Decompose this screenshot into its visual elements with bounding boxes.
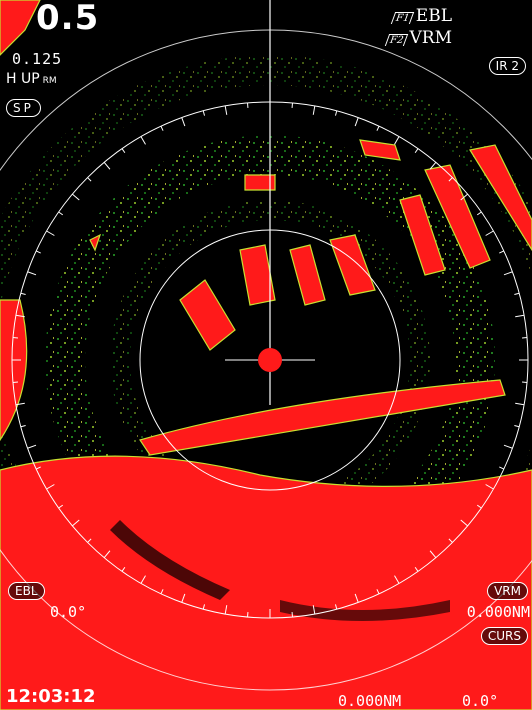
orientation-mode: H UP RM: [6, 71, 57, 87]
bearing-tick: [27, 444, 37, 449]
own-ship-echo: [258, 348, 282, 372]
bearing-tick: [394, 136, 400, 145]
bearing-tick: [515, 314, 525, 318]
bearing-tick: [202, 110, 206, 116]
f2-function-label: VRM: [409, 28, 452, 48]
bearing-tick: [103, 162, 111, 170]
bearing-tick: [312, 105, 316, 115]
motion-mode-label: RM: [42, 76, 57, 86]
bearing-tick: [514, 292, 520, 296]
ebl-button[interactable]: EBL: [8, 582, 45, 600]
f1-key-label: F1: [391, 12, 415, 24]
bearing-tick: [46, 230, 55, 236]
bearing-tick: [354, 117, 359, 127]
bearing-tick: [58, 211, 64, 216]
bearing-tick: [20, 424, 26, 428]
f2-key-label: F2: [385, 34, 409, 46]
bearing-tick: [499, 466, 505, 470]
range-value: 0.5: [36, 0, 100, 38]
cursor-button[interactable]: CURS: [480, 627, 528, 645]
sp-button[interactable]: SP: [6, 99, 41, 117]
bearing-tick: [414, 148, 419, 154]
cursor-bearing-readout: 0.0°: [462, 692, 499, 710]
bearing-tick: [499, 250, 505, 254]
vrm-range-readout: 0.000NM: [466, 603, 530, 621]
bearing-tick: [334, 110, 338, 116]
bearing-tick: [503, 444, 513, 449]
ebl-bearing-readout: 0.0°: [50, 603, 87, 621]
bearing-tick: [140, 136, 146, 145]
bearing-tick: [476, 211, 482, 216]
bearing-tick: [485, 230, 494, 236]
clock-time: 12:03:12: [6, 686, 96, 707]
bearing-tick: [224, 105, 228, 115]
bearing-tick: [121, 148, 126, 154]
bearing-tick: [503, 271, 513, 276]
bearing-tick: [514, 424, 520, 428]
f1-function-label: EBL: [415, 6, 452, 26]
bearing-tick: [181, 117, 186, 127]
cursor-range-readout: 0.000NM: [338, 692, 402, 710]
bearing-tick: [160, 125, 164, 131]
ring-interval-value: 0.125: [12, 50, 63, 68]
bearing-tick: [35, 250, 41, 254]
vrm-button[interactable]: VRM: [487, 582, 528, 600]
f2-vrm-shortcut[interactable]: F2 VRM: [385, 28, 452, 48]
bearing-tick: [515, 402, 525, 406]
interference-rejection-button[interactable]: IR 2: [488, 57, 526, 75]
bearing-tick: [20, 292, 26, 296]
bearing-tick: [376, 125, 380, 131]
orientation-label: H UP: [6, 71, 40, 87]
bearing-tick: [72, 193, 80, 201]
bearing-tick: [27, 271, 37, 276]
bearing-tick: [87, 177, 92, 182]
f1-ebl-shortcut[interactable]: F1 EBL: [391, 6, 452, 26]
